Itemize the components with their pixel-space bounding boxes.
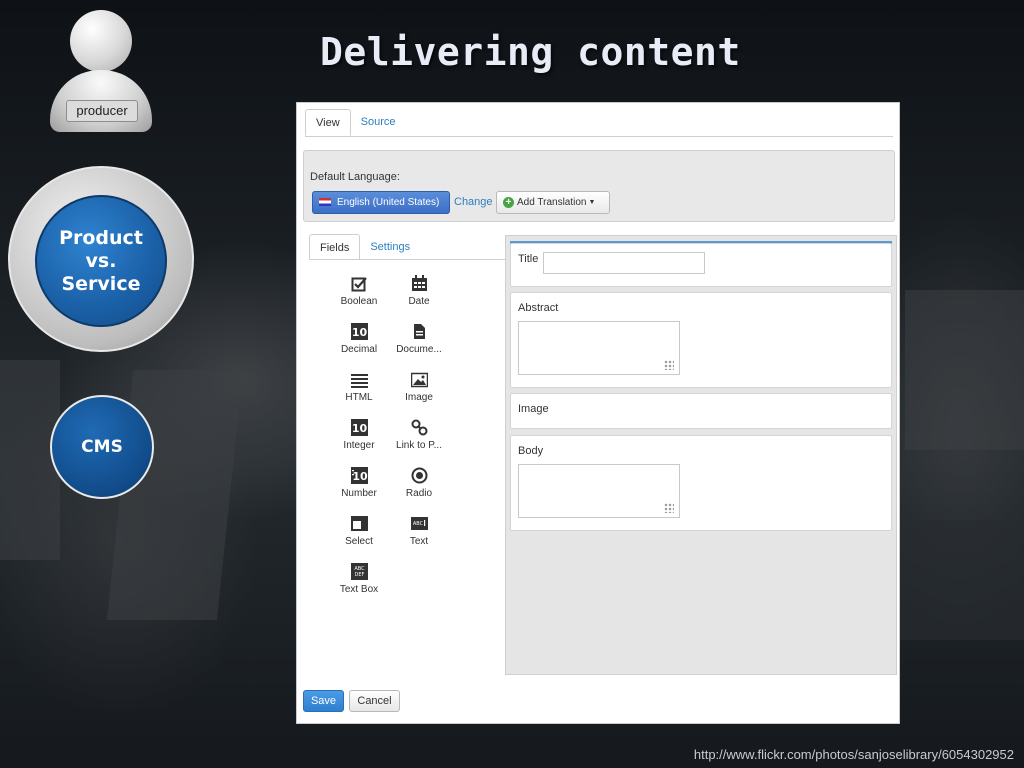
textbox-icon: ABCDEF: [350, 563, 368, 580]
title-input[interactable]: [543, 252, 705, 274]
tabs-divider: [305, 136, 893, 137]
title-label: Title: [518, 253, 539, 265]
language-box: Default Language: English (United States…: [303, 150, 895, 222]
image-field-card[interactable]: Image: [510, 393, 892, 429]
tab-view[interactable]: View: [305, 109, 351, 136]
field-label: Decimal: [340, 344, 378, 355]
field-label: Text Box: [339, 584, 379, 595]
abstract-label: Abstract: [518, 302, 559, 314]
desk-shape: [900, 520, 1024, 640]
text-icon: ABC: [410, 517, 428, 530]
field-text[interactable]: ABC Text: [389, 515, 449, 553]
image-icon: [410, 372, 428, 388]
svg-text:10: 10: [351, 326, 367, 339]
language-button-label: English (United States): [337, 197, 440, 208]
field-html[interactable]: HTML: [329, 371, 389, 409]
html-icon: [350, 374, 368, 388]
avatar-head: [70, 10, 132, 72]
field-image[interactable]: Image: [389, 371, 449, 409]
svg-text:DEF: DEF: [354, 572, 364, 578]
producer-label: producer: [66, 100, 138, 122]
image-label: Image: [518, 403, 549, 415]
radio-icon: [411, 467, 427, 484]
caret-down-icon: ▼: [588, 199, 596, 206]
field-label: Boolean: [340, 296, 378, 307]
field-label: Text: [409, 536, 429, 547]
field-label: Radio: [405, 488, 433, 499]
cms-editor-panel: View Source Default Language: English (U…: [296, 102, 900, 724]
integer-icon: 10: [350, 419, 368, 436]
field-label: Docume...: [396, 344, 442, 355]
field-number[interactable]: 10 Number: [329, 467, 389, 505]
save-button[interactable]: Save: [303, 690, 344, 712]
field-select[interactable]: Select: [329, 515, 389, 553]
view-source-tabs: View Source: [305, 109, 406, 137]
resize-grip-icon[interactable]: [664, 360, 674, 370]
field-date[interactable]: Date: [389, 275, 449, 313]
field-label: HTML: [345, 392, 373, 403]
field-label: Date: [408, 296, 430, 307]
abstract-textarea[interactable]: [518, 321, 680, 375]
cancel-button[interactable]: Cancel: [349, 690, 400, 712]
body-field-card[interactable]: Body: [510, 435, 892, 531]
product-service-circle: Product vs. Service: [35, 195, 167, 327]
field-decimal[interactable]: 10 Decimal: [329, 323, 389, 361]
add-translation-label: Add Translation: [517, 197, 587, 209]
language-button[interactable]: English (United States): [312, 191, 450, 214]
svg-text:ABC: ABC: [412, 521, 423, 527]
change-link[interactable]: Change: [454, 196, 493, 208]
field-textbox[interactable]: ABC DEF Text Box: [329, 563, 389, 601]
field-label: Number: [341, 488, 377, 499]
number-icon: 10: [350, 467, 368, 484]
plus-icon: +: [503, 197, 514, 208]
field-integer[interactable]: 10 Integer: [329, 419, 389, 457]
select-icon: [350, 516, 368, 531]
link-icon: [411, 419, 427, 436]
monitor-shape: [905, 290, 1024, 450]
body-label: Body: [518, 445, 544, 457]
calendar-icon: [411, 275, 427, 291]
field-label: Link to P...: [396, 440, 442, 451]
tab-fields[interactable]: Fields: [309, 234, 361, 260]
resize-grip-icon[interactable]: [664, 503, 674, 513]
field-boolean[interactable]: Boolean: [329, 275, 389, 313]
slide-title: Delivering content: [320, 30, 741, 74]
field-label: Integer: [343, 440, 375, 451]
body-textarea[interactable]: [518, 464, 680, 518]
cms-circle: CMS: [50, 395, 154, 499]
field-label: Image: [405, 392, 433, 403]
producer-avatar: producer: [48, 8, 154, 132]
svg-text:10: 10: [351, 422, 367, 435]
checkbox-icon: [351, 277, 367, 292]
field-label: Select: [345, 536, 373, 547]
field-document[interactable]: Docume...: [389, 323, 449, 361]
tab-source[interactable]: Source: [351, 109, 406, 136]
photo-credit-url: http://www.flickr.com/photos/sanjoselibr…: [693, 747, 1014, 762]
document-icon: [413, 324, 425, 339]
add-translation-button[interactable]: + Add Translation ▼: [496, 191, 610, 214]
field-palette: Boolean Date 10 Decimal Docume... HTML I…: [329, 275, 449, 601]
flag-icon: [319, 198, 331, 207]
tab-settings[interactable]: Settings: [360, 234, 420, 260]
fields-settings-tabs: Fields Settings: [309, 234, 420, 260]
abstract-field-card[interactable]: Abstract: [510, 292, 892, 388]
title-field-card[interactable]: Title: [510, 243, 892, 287]
field-radio[interactable]: Radio: [389, 467, 449, 505]
svg-text:10: 10: [352, 470, 368, 483]
default-language-label: Default Language:: [310, 171, 400, 183]
form-canvas: Title Abstract Image Body: [505, 235, 897, 675]
decimal-icon: 10: [350, 323, 368, 340]
field-link[interactable]: Link to P...: [389, 419, 449, 457]
side-tabs-divider: [309, 259, 505, 260]
